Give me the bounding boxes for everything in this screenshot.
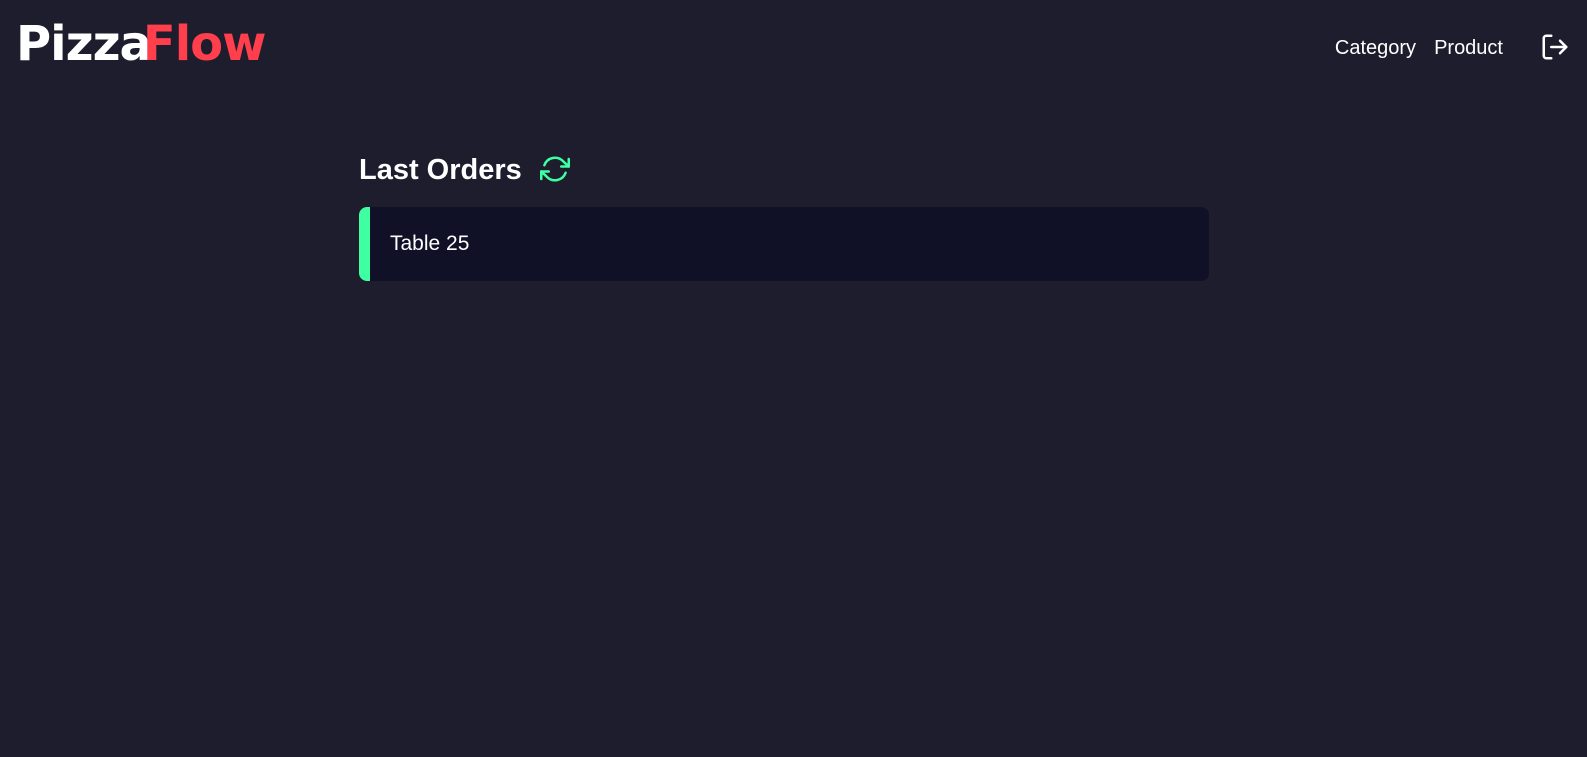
logout-icon [1540,32,1570,65]
logout-button[interactable] [1539,32,1571,64]
nav-link-category[interactable]: Category [1335,28,1416,68]
logo-text-flow: Flow [142,16,267,72]
pizzaflow-logo[interactable]: Pizza Flow [16,14,267,74]
order-list: Table 25 [359,207,1209,281]
logo-text-pizza: Pizza [16,16,152,72]
refresh-button[interactable] [539,154,570,187]
nav-link-product[interactable]: Product [1434,28,1503,68]
refresh-icon [539,154,570,187]
orders-section: Last Orders Table 25 [359,145,1209,281]
order-item[interactable]: Table 25 [359,207,1209,281]
order-table-label: Table 25 [390,232,470,255]
main-nav: Category Product [1335,28,1587,68]
page-title: Last Orders [359,153,522,186]
order-status-tag [359,207,370,281]
app-header: Pizza Flow Category Product [0,0,1587,95]
title-row: Last Orders [359,145,1209,195]
